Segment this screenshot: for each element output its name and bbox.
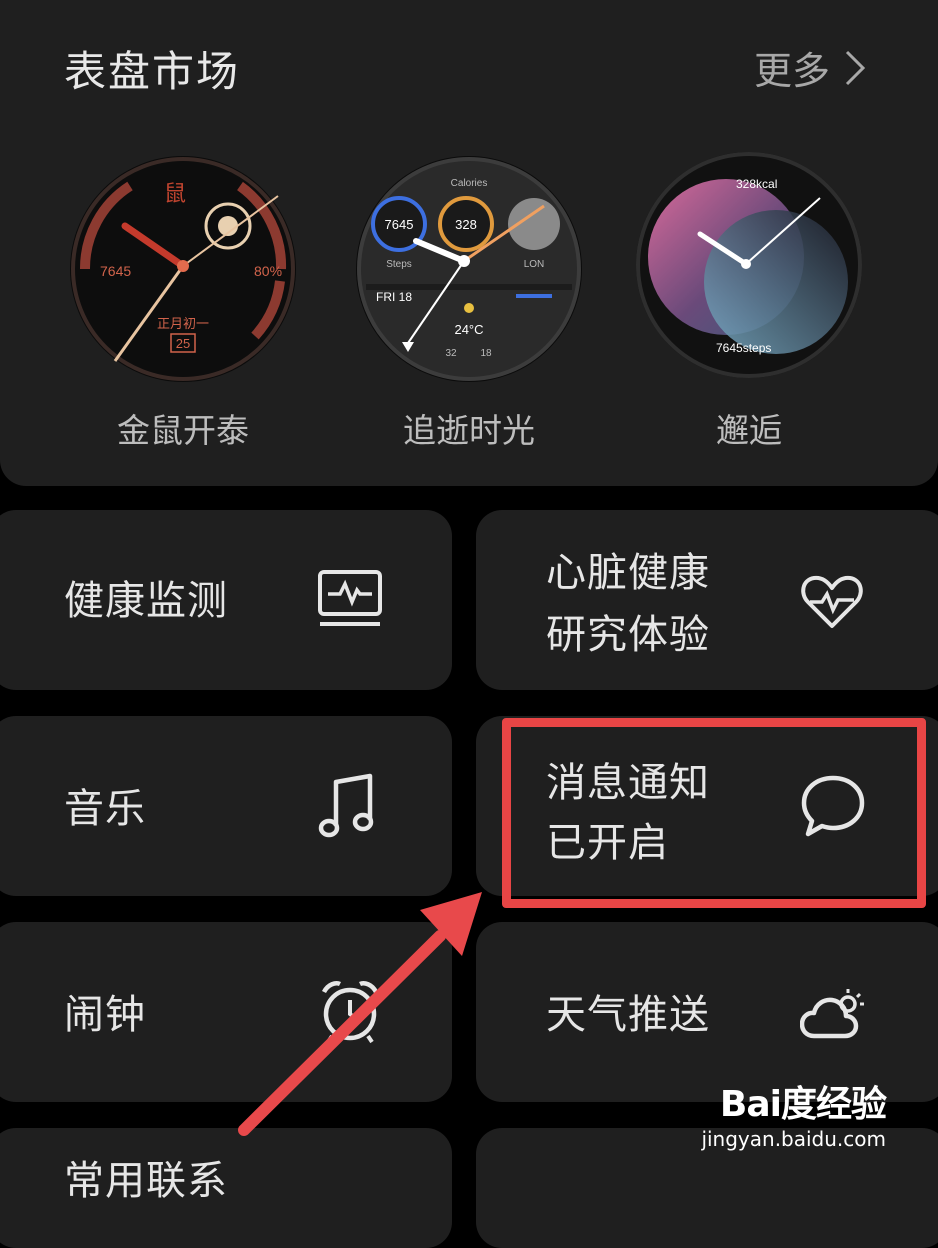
watermark: Bai度经验 jingyan.baidu.com — [701, 1075, 887, 1151]
watermark-url: jingyan.baidu.com — [701, 1127, 886, 1151]
watermark-logo: Bai度经验 — [719, 1084, 887, 1125]
annotation-arrow — [238, 892, 482, 1136]
